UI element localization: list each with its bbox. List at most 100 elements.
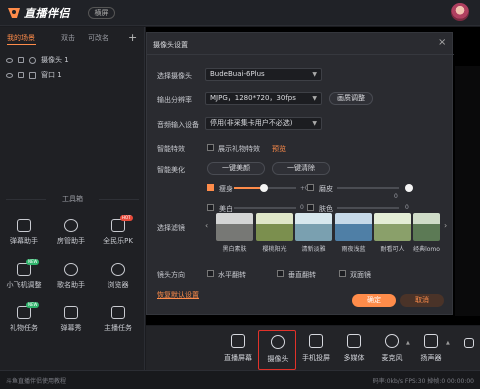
skin-tone-checkbox[interactable] [307,204,314,211]
filter-thumb [216,213,253,241]
one-click-beauty-button[interactable]: 一键美颜 [207,162,265,175]
preview-link[interactable]: 预览 [272,144,286,154]
chevron-up-icon[interactable]: ▲ [446,340,450,346]
eye-icon[interactable] [6,57,13,63]
mirror-checkbox[interactable] [339,270,346,277]
close-icon[interactable]: × [438,37,446,48]
new-badge: NEW [26,302,40,308]
tool-label: 礼物任务 [10,324,38,332]
camera-settings-dialog: 摄像头设置 × 选择摄像头 BudeBuai-6Plus ▼ 输出分辨率 MJP… [146,32,454,315]
speaker-button[interactable]: 扬声器 [412,330,450,370]
tool-gift-task[interactable]: NEW 礼物任务 [2,302,46,342]
filter-option[interactable]: 耐看可人 [374,213,411,253]
media-icon [347,334,361,348]
whiten-slider-track[interactable] [234,207,296,209]
tab-my-scenes[interactable]: 我的场景 [7,33,35,43]
tab-rename[interactable]: 可改名 [88,33,109,43]
tool-song[interactable]: 歌名助手 [49,263,93,299]
skin-tone-slider-track[interactable] [337,207,399,209]
filter-thumb [335,213,372,241]
tool-label: 弹幕秀 [60,324,82,332]
tool-danmaku-show[interactable]: 弹幕秀 [49,306,93,342]
source-label: 窗口 1 [41,71,62,79]
restore-default-link[interactable]: 恢复默认设置 [157,290,199,300]
add-phone-cast-button[interactable]: 手机投屏 [297,330,335,370]
scene-tabs: 我的场景 双击 可改名 + [0,30,145,46]
tool-label: 主播任务 [104,324,132,332]
smooth-slider-knob[interactable] [405,184,413,192]
tool-plane[interactable]: NEW 小飞机调整 [2,259,46,299]
left-panel: 我的场景 双击 可改名 + 摄像头 1 窗口 1 工具箱 弹幕助手 房管助手 H… [0,27,145,379]
lock-icon[interactable] [18,57,24,63]
ok-button[interactable]: 确定 [352,294,396,307]
slim-checkbox[interactable] [207,184,214,191]
speaker-icon [424,334,438,348]
help-link[interactable]: 斗鱼直播伴侣使用教程 [6,376,66,385]
chevron-down-icon: ▼ [312,71,317,78]
whiten-checkbox[interactable] [207,204,214,211]
chevron-left-icon[interactable]: ‹ [205,221,208,230]
chevron-down-icon: ▼ [312,120,317,127]
avatar[interactable] [451,3,469,21]
add-camera-button[interactable]: 摄像头 [258,330,296,370]
orientation-toggle[interactable]: 横屏 [88,7,115,19]
mirror-label: 镜头方向 [157,271,185,279]
clear-beauty-button[interactable]: 一键清除 [272,162,330,175]
filter-option[interactable]: 黑白素肤 [216,213,253,253]
filter-thumb [374,213,411,241]
new-badge: NEW [26,259,40,265]
filter-option[interactable]: 樱桃阳光 [256,213,293,253]
tool-label: 弹幕助手 [10,237,38,245]
tool-host-task[interactable]: 主播任务 [96,306,140,342]
active-tab-indicator [7,44,36,45]
filter-name: 耐看可人 [380,246,405,253]
preview-edge [455,66,480,316]
eye-icon[interactable] [6,72,13,78]
filter-name: 经典lomo [413,246,440,253]
source-row[interactable]: 窗口 1 [6,68,136,82]
bottom-label: 手机投屏 [302,354,330,362]
microphone-icon [385,334,399,348]
lock-icon[interactable] [18,72,24,78]
filter-label: 选择滤镜 [157,224,185,232]
tool-pk[interactable]: HOT 全民乐PK [96,215,140,255]
smooth-checkbox[interactable] [307,184,314,191]
stream-stats: 码率:0kb/s FPS:30 掉帧:0 00:00:00 [372,378,474,385]
filter-thumb [295,213,332,241]
chevron-up-icon[interactable]: ▲ [406,340,410,346]
top-bar: 直播伴侣 横屏 [0,0,480,26]
chevron-right-icon[interactable]: › [444,221,447,230]
filter-option[interactable]: 雨夜浅蓝 [335,213,372,253]
whiten-value: 0 [300,204,304,211]
gift-fx-checkbox[interactable] [207,144,214,151]
hot-badge: HOT [120,215,133,221]
smooth-slider-track[interactable] [337,187,399,189]
smooth-label: 磨皮 [319,185,333,193]
tool-danmaku-assistant[interactable]: 弹幕助手 [2,219,46,255]
filter-option[interactable]: 经典lomo [413,213,440,253]
audio-input-select[interactable]: 停用(非采集卡用户不必选) ▼ [205,117,322,130]
tab-double-click[interactable]: 双击 [61,33,75,43]
source-row[interactable]: 摄像头 1 [6,53,136,67]
microphone-button[interactable]: 麦克风 [373,330,411,370]
flip-horizontal-checkbox[interactable] [207,270,214,277]
layout-icon[interactable] [464,338,474,348]
task-icon [111,306,125,319]
filter-name: 雨夜浅蓝 [341,246,366,253]
slim-slider-knob[interactable] [260,184,268,192]
tool-room-admin[interactable]: 房管助手 [49,219,93,255]
add-screen-button[interactable]: 直播屏幕 [219,330,257,370]
song-icon [64,263,78,276]
tool-browser[interactable]: 浏览器 [96,263,140,299]
toolbox-title: 工具箱 [62,195,83,203]
divider [147,54,454,55]
camera-select[interactable]: BudeBuai-6Plus ▼ [205,68,322,81]
filter-option[interactable]: 清新淡雅 [295,213,332,253]
add-scene-button[interactable]: + [128,31,137,44]
quality-adjust-button[interactable]: 画质调整 [329,92,373,105]
flip-vertical-checkbox[interactable] [277,270,284,277]
audio-input-label: 音频输入设备 [157,121,199,129]
resolution-select[interactable]: MJPG，1280*720，30fps ▼ [205,92,322,105]
add-media-button[interactable]: 多媒体 [335,330,373,370]
cancel-button[interactable]: 取消 [400,294,444,307]
